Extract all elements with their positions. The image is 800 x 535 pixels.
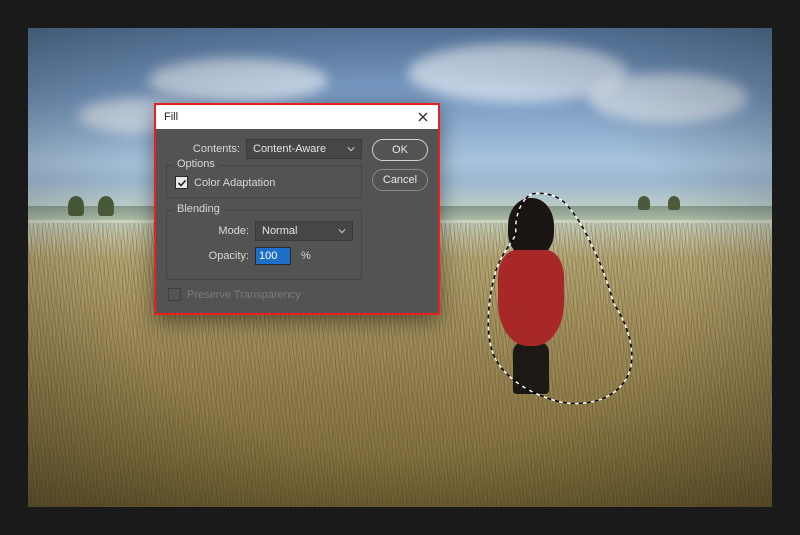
color-adaptation-label: Color Adaptation <box>194 177 275 189</box>
contents-value: Content-Aware <box>253 143 326 155</box>
mode-dropdown[interactable]: Normal <box>255 221 353 241</box>
mode-value: Normal <box>262 225 297 237</box>
tree-icon <box>668 196 680 210</box>
sky-cloud <box>148 58 328 103</box>
color-adaptation-checkbox[interactable] <box>175 176 188 189</box>
blending-title: Blending <box>173 203 224 215</box>
close-icon[interactable] <box>416 110 430 124</box>
opacity-unit: % <box>297 250 311 262</box>
fill-dialog: Fill Contents: Content-Aware Options Col… <box>154 103 440 315</box>
opacity-input[interactable] <box>255 247 291 265</box>
tree-icon <box>638 196 650 210</box>
dialog-titlebar[interactable]: Fill <box>156 105 438 129</box>
chevron-down-icon <box>338 227 346 235</box>
ok-button[interactable]: OK <box>372 139 428 161</box>
tree-icon <box>68 196 84 216</box>
sky-cloud <box>588 73 748 123</box>
opacity-label: Opacity: <box>175 250 249 262</box>
mode-label: Mode: <box>175 225 249 237</box>
tree-icon <box>98 196 114 216</box>
contents-dropdown[interactable]: Content-Aware <box>246 139 362 159</box>
preserve-transparency-checkbox <box>168 288 181 301</box>
check-icon <box>177 178 187 188</box>
options-group: Options Color Adaptation <box>166 165 362 198</box>
dialog-title: Fill <box>164 111 178 123</box>
subject-figure <box>486 198 576 398</box>
preserve-transparency-row: Preserve Transparency <box>166 288 362 301</box>
preserve-transparency-label: Preserve Transparency <box>187 289 301 301</box>
contents-label: Contents: <box>166 143 240 155</box>
blending-group: Blending Mode: Normal Opacity: % <box>166 210 362 280</box>
options-title: Options <box>173 158 219 170</box>
cancel-button[interactable]: Cancel <box>372 169 428 191</box>
chevron-down-icon <box>347 145 355 153</box>
